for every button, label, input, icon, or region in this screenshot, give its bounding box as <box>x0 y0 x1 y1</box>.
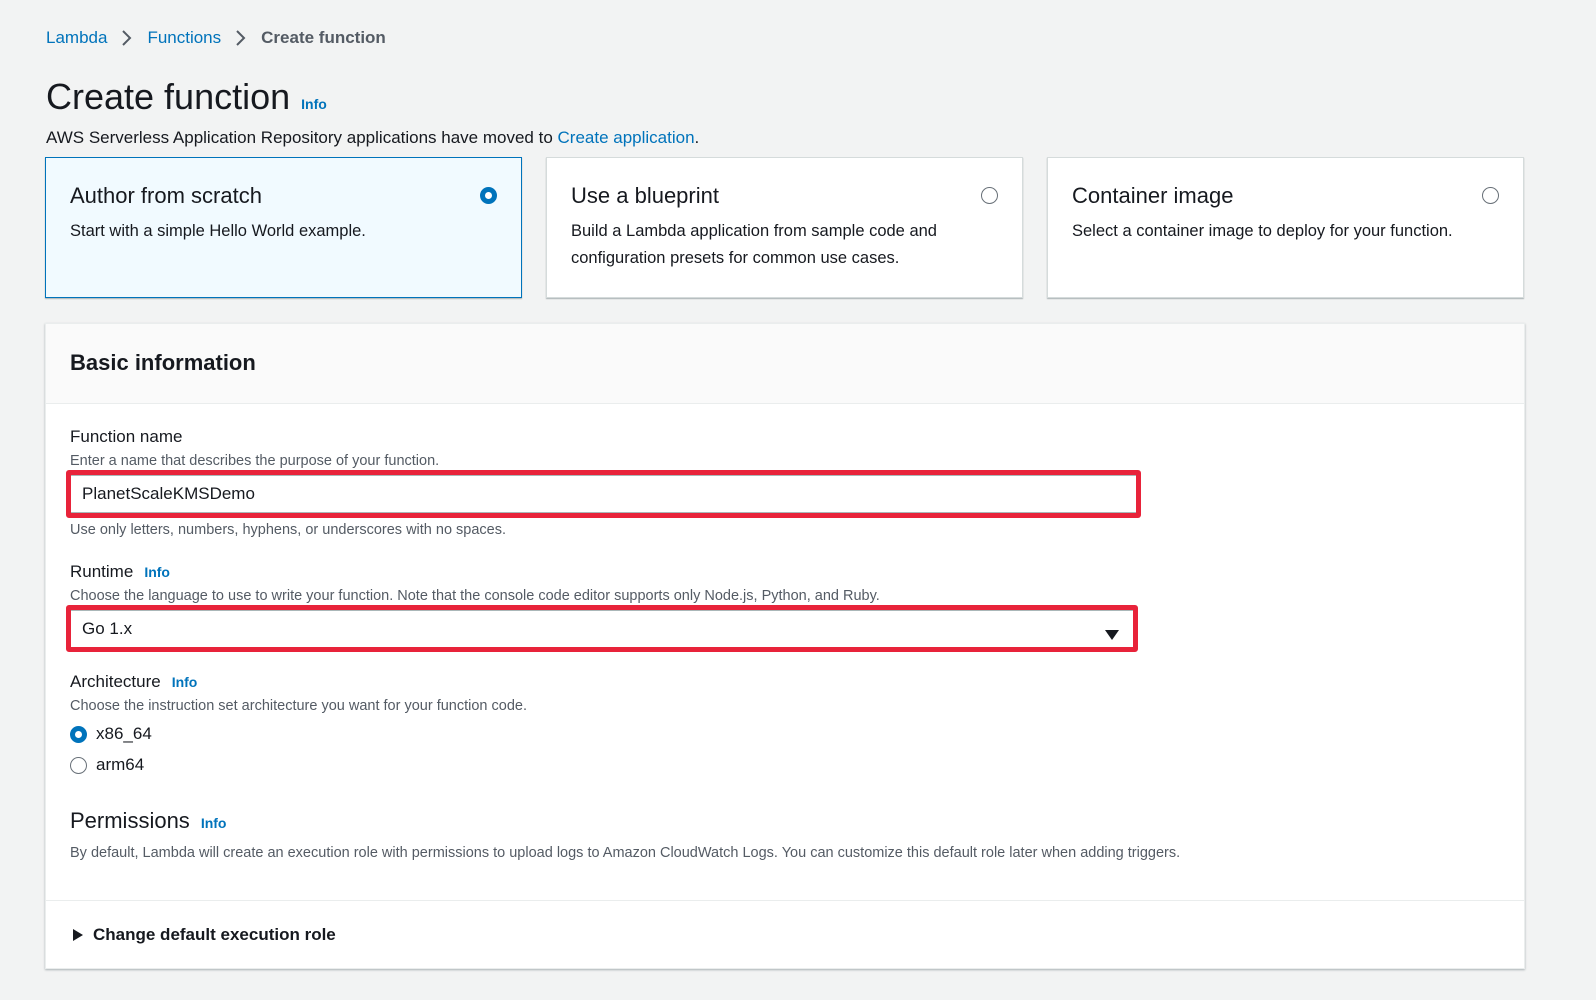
runtime-info-link[interactable]: Info <box>144 564 170 580</box>
architecture-label: Architecture <box>70 672 161 691</box>
function-name-description: Enter a name that describes the purpose … <box>70 453 440 469</box>
change-default-execution-role-expander[interactable]: Change default execution role <box>73 925 336 945</box>
expander-label: Change default execution role <box>93 925 336 944</box>
tile-use-a-blueprint[interactable]: Use a blueprint Build a Lambda applicati… <box>546 157 1023 298</box>
tile-title: Author from scratch <box>70 183 262 208</box>
architecture-description: Choose the instruction set architecture … <box>70 698 527 714</box>
architecture-option-x86-64[interactable]: x86_64 <box>70 724 152 744</box>
tile-description: Build a Lambda application from sample c… <box>571 222 937 267</box>
tile-description: Select a container image to deploy for y… <box>1072 222 1453 240</box>
panel-title: Basic information <box>70 350 256 375</box>
architecture-option-arm64[interactable]: arm64 <box>70 755 144 775</box>
tile-description: Start with a simple Hello World example. <box>70 222 366 240</box>
runtime-label-row: Runtime Info <box>70 562 170 582</box>
permissions-info-link[interactable]: Info <box>201 815 227 831</box>
function-name-label: Function name <box>70 427 183 446</box>
permissions-label-row: Permissions Info <box>70 808 226 834</box>
chevron-right-icon <box>235 29 247 47</box>
runtime-highlight <box>66 605 1138 652</box>
breadcrumb: Lambda Functions Create function <box>46 26 386 50</box>
architecture-label-row: Architecture Info <box>70 672 197 692</box>
page-title: Create function <box>46 76 291 117</box>
panel-header: Basic information <box>46 324 1524 404</box>
moved-note-text: AWS Serverless Application Repository ap… <box>46 128 558 147</box>
caret-right-icon <box>73 929 83 941</box>
radio-x86-64[interactable] <box>70 725 87 743</box>
function-name-constraint: Use only letters, numbers, hyphens, or u… <box>70 522 507 538</box>
breadcrumb-functions[interactable]: Functions <box>147 28 221 48</box>
permissions-label: Permissions <box>70 808 190 833</box>
basic-information-panel: Basic information Function name Enter a … <box>45 323 1525 969</box>
radio-use-a-blueprint[interactable] <box>981 187 998 204</box>
architecture-info-link[interactable]: Info <box>172 674 198 690</box>
chevron-right-icon <box>121 29 133 47</box>
create-application-link[interactable]: Create application <box>558 128 695 147</box>
moved-note: AWS Serverless Application Repository ap… <box>46 128 699 148</box>
tile-author-from-scratch[interactable]: Author from scratch Start with a simple … <box>45 157 522 298</box>
panel-divider <box>46 900 1524 901</box>
architecture-option-label: x86_64 <box>96 724 152 743</box>
moved-note-suffix: . <box>694 128 700 147</box>
tile-title: Use a blueprint <box>571 183 719 208</box>
title-info-link[interactable]: Info <box>301 96 327 112</box>
page-title-row: Create function Info <box>46 76 327 118</box>
radio-container-image[interactable] <box>1482 187 1499 204</box>
radio-author-from-scratch[interactable] <box>480 187 497 204</box>
breadcrumb-current: Create function <box>261 28 386 47</box>
architecture-option-label: arm64 <box>96 755 145 774</box>
tile-title: Container image <box>1072 183 1234 208</box>
radio-arm64[interactable] <box>70 756 87 774</box>
breadcrumb-lambda[interactable]: Lambda <box>46 28 107 48</box>
tile-container-image[interactable]: Container image Select a container image… <box>1047 157 1524 298</box>
permissions-description: By default, Lambda will create an execut… <box>70 845 1181 861</box>
runtime-description: Choose the language to use to write your… <box>70 588 880 604</box>
function-name-highlight <box>66 470 1141 518</box>
runtime-label: Runtime <box>70 562 134 581</box>
